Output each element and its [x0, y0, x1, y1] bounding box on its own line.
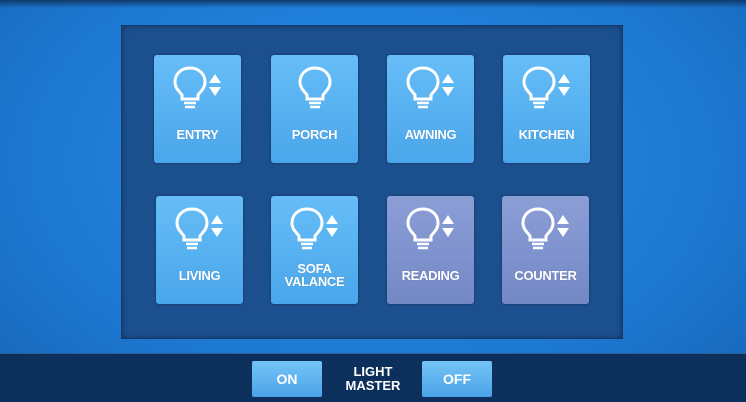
light-tile-sofa-valance[interactable]: SOFA VALANCE [271, 196, 358, 304]
light-tile-living[interactable]: LIVING [156, 196, 243, 304]
light-master-title-line1: LIGHT [353, 364, 393, 379]
light-label: KITCHEN [518, 127, 575, 142]
bulb-dimmer-icon [156, 204, 243, 252]
light-master-title-line2: MASTER [345, 378, 401, 393]
light-tile-counter[interactable]: COUNTER [502, 196, 589, 304]
light-label: SOFA VALANCE [284, 261, 345, 289]
lighting-screen: ENTRY PORCH AWNING KITCHEN LIVING SOFA V… [0, 0, 746, 402]
bulb-dimmer-icon [387, 204, 474, 252]
light-label: READING [401, 268, 460, 283]
light-label: PORCH [291, 127, 338, 142]
light-tile-reading[interactable]: READING [387, 196, 474, 304]
light-tile-porch[interactable]: PORCH [271, 55, 358, 163]
master-on-button[interactable]: ON [252, 361, 322, 397]
light-label: COUNTER [514, 268, 577, 283]
bulb-icon [271, 63, 358, 111]
light-label: AWNING [404, 127, 457, 142]
light-label: LIVING [178, 268, 221, 283]
light-tile-kitchen[interactable]: KITCHEN [503, 55, 590, 163]
master-off-button[interactable]: OFF [422, 361, 492, 397]
light-master-label: LIGHT MASTER [324, 361, 422, 397]
bulb-dimmer-icon [154, 63, 241, 111]
top-edge-shadow [0, 0, 746, 8]
bulb-dimmer-icon [271, 204, 358, 252]
lights-panel: ENTRY PORCH AWNING KITCHEN LIVING SOFA V… [121, 25, 623, 339]
light-tile-awning[interactable]: AWNING [387, 55, 474, 163]
bulb-dimmer-icon [503, 63, 590, 111]
bulb-dimmer-icon [387, 63, 474, 111]
light-tile-entry[interactable]: ENTRY [154, 55, 241, 163]
light-label: ENTRY [176, 127, 219, 142]
bulb-dimmer-icon [502, 204, 589, 252]
